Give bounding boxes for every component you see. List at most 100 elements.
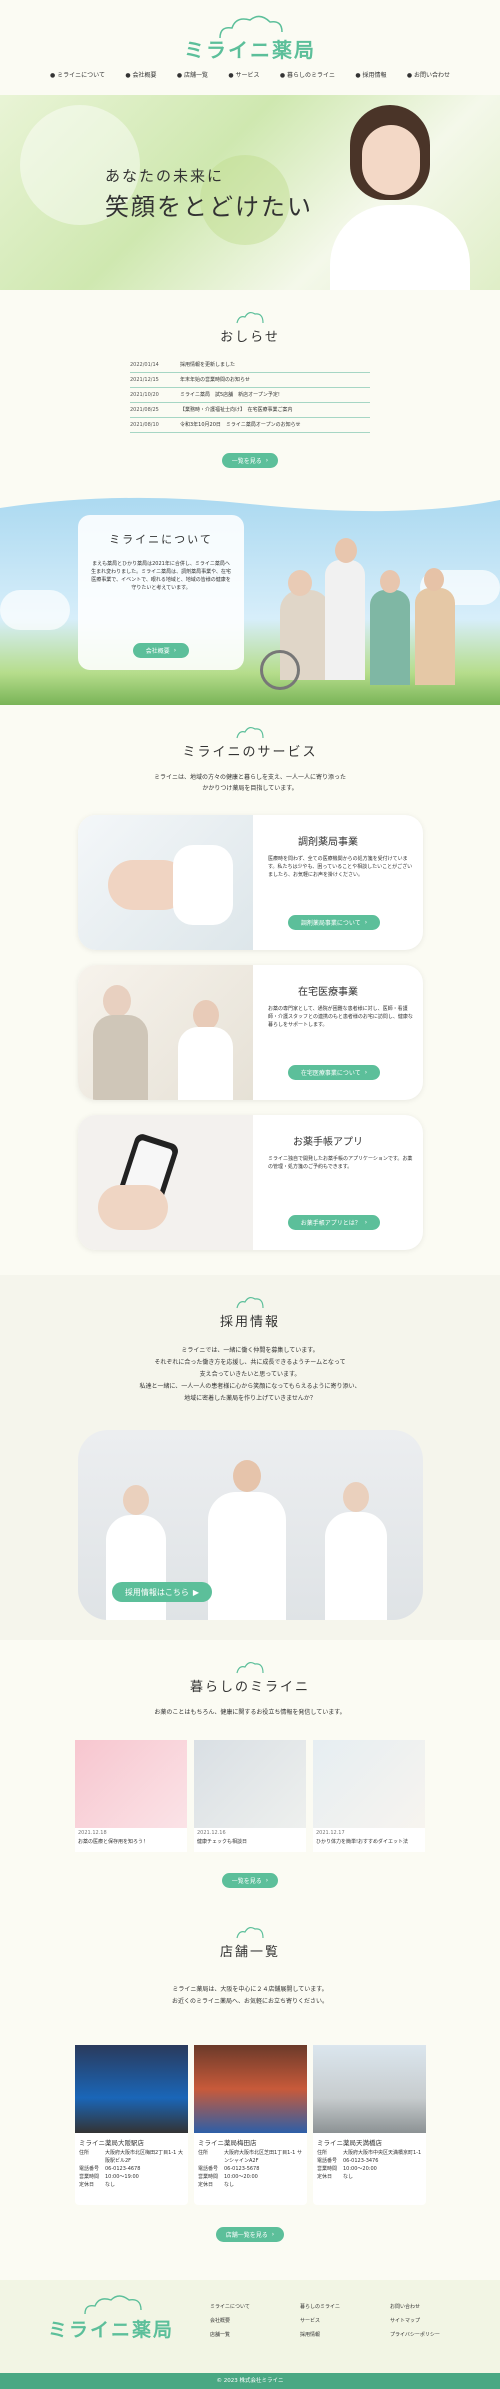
footer-link[interactable]: 採用情報	[300, 2328, 340, 2342]
store-photo	[75, 2045, 188, 2133]
footer-col-3: お問い合わせ サイトマップ プライバシーポリシー	[390, 2300, 440, 2342]
store-card[interactable]: ミライニ薬局大阪駅店 住所 大阪府大阪市北区梅田2丁目1-1 大阪駅ビル2F 電話…	[75, 2045, 188, 2205]
footer-logo[interactable]: ミライニ薬局	[48, 2315, 174, 2342]
stores-section: 店舗一覧 ミライニ薬局は、大阪を中心に２４店舗展開しています。 お近くのミライニ…	[0, 1905, 500, 2280]
stores-lead1: ミライニ薬局は、大阪を中心に２４店舗展開しています。	[172, 1986, 328, 1993]
life-lead: お薬のことはもちろん、健康に関するお役立ち情報を発信しています。	[154, 1709, 346, 1716]
life-post[interactable]: 2021.12.18 お薬の医療と保存用を知ろう！	[75, 1740, 187, 1852]
store-card[interactable]: ミライニ薬局天満橋店 住所 大阪府大阪市中央区天満橋京町1-1 電話番号 06-01…	[313, 2045, 426, 2205]
footer-link[interactable]: サイトマップ	[390, 2314, 440, 2328]
recruit-text: ミライニでは、一緒に働く仲間を募集しています。 それぞれに合った働き方を応援し、…	[139, 1347, 361, 1402]
news-more-button[interactable]: 一覧を見る ›	[222, 453, 278, 468]
about-card: ミライニについて まえも薬局とひかり薬局は2021年に合併し、ミライニ薬局へ生ま…	[78, 515, 244, 670]
post-image	[194, 1740, 306, 1828]
footer-link[interactable]: お問い合わせ	[390, 2300, 440, 2314]
life-title: 暮らしのミライニ	[189, 1680, 310, 1695]
news-row[interactable]: 2021/12/15 年末年始の営業時間のお知らせ	[130, 373, 370, 388]
services-lead2: かかりつけ薬局を目指しています。	[202, 785, 298, 792]
footer-link[interactable]: プライバシーポリシー	[390, 2328, 440, 2342]
section-cloud-icon	[236, 1661, 264, 1674]
nav-item-company[interactable]: ● 会社概要	[125, 70, 156, 79]
news-row[interactable]: 2021/08/25 【業務時・介護福祉士向け】 在宅医療事業ご案内	[130, 403, 370, 418]
nav-item-life[interactable]: ● 暮らしのミライニ	[280, 70, 335, 79]
nav-item-recruit[interactable]: ● 採用情報	[355, 70, 386, 79]
play-icon: ▶	[192, 1587, 200, 1597]
footer-link[interactable]: 暮らしのミライニ	[300, 2300, 340, 2314]
footer-link[interactable]: 店舗一覧	[210, 2328, 250, 2342]
recruit-section: 採用情報 ミライニでは、一緒に働く仲間を募集しています。 それぞれに合った働き方…	[0, 1275, 500, 1640]
life-section: 暮らしのミライニ お薬のことはもちろん、健康に関するお役立ち情報を発信しています…	[0, 1640, 500, 1905]
nav-item-stores[interactable]: ● 店舗一覧	[177, 70, 208, 79]
store-card[interactable]: ミライニ薬局梅田店 住所 大阪府大阪市北区芝田1丁目1-1 サンシャインA2F 電…	[194, 2045, 307, 2205]
services-title: ミライニのサービス	[182, 745, 318, 760]
hero-woman-photo	[310, 95, 500, 290]
about-company-button[interactable]: 会社概要 ›	[133, 643, 189, 658]
logo-cloud-icon	[84, 2295, 142, 2315]
section-cloud-icon	[236, 1926, 264, 1939]
section-cloud-icon	[236, 1296, 264, 1309]
life-more-button[interactable]: 一覧を見る ›	[222, 1873, 278, 1888]
recruit-title: 採用情報	[219, 1315, 280, 1330]
news-row[interactable]: 2022/01/14 採用情報を更新しました	[130, 358, 370, 373]
nav-item-contact[interactable]: ● お問い合わせ	[407, 70, 450, 79]
arrow-right-icon: ›	[364, 1219, 368, 1226]
store-photo	[194, 2045, 307, 2133]
dispensing-detail-button[interactable]: 調剤薬局事業について ›	[288, 915, 380, 930]
homecare-photo	[78, 965, 253, 1100]
service-title: お薬手帳アプリ	[293, 1137, 363, 1148]
services-section: ミライニのサービス ミライニは、地域の方々の健康と暮らしを支え、一人一人に寄り添…	[0, 705, 500, 1275]
arrow-right-icon: ›	[364, 919, 368, 926]
cloud-deco	[0, 590, 70, 630]
header: ミライニ薬局 ● ミライニについて ● 会社概要 ● 店舗一覧 ● サービス ●…	[0, 0, 500, 95]
family-photo	[240, 520, 460, 690]
news-row[interactable]: 2021/08/10 令和3年10月20日 ミライニ薬局オープンのお知らせ	[130, 418, 370, 433]
arrow-right-icon: ›	[265, 457, 269, 464]
service-card-app: お薬手帳アプリ ミライニ独自で開発したお薬手帳のアプリケーションです。お薬の管理…	[78, 1115, 423, 1250]
services-lead1: ミライニは、地域の方々の健康と暮らしを支え、一人一人に寄り添った	[153, 774, 346, 781]
arrow-right-icon: ›	[271, 2231, 275, 2238]
arrow-right-icon: ›	[265, 1877, 269, 1884]
hero-line1: あなたの未来に	[105, 167, 225, 185]
service-body: ミライニ独自で開発したお薬手帳のアプリケーションです。お薬の管理・処方箋のご予約…	[268, 1156, 413, 1170]
news-title: おしらせ	[220, 330, 280, 345]
post-image	[313, 1740, 425, 1828]
life-post[interactable]: 2021.12.17 ひかり体力を簡単!おすすめダイエット法	[313, 1740, 425, 1852]
hero: あなたの未来に 笑顔をとどけたい	[0, 95, 500, 290]
footer-link[interactable]: サービス	[300, 2314, 340, 2328]
service-body: お薬の専門家として、通院が困難な患者様に対し、医師・看護師・介護スタッフとの連携…	[268, 1006, 413, 1028]
about-title: ミライニについて	[109, 533, 213, 546]
homecare-detail-button[interactable]: 在宅医療事業について ›	[288, 1065, 380, 1080]
footer-link[interactable]: ミライニについて	[210, 2300, 250, 2314]
service-title: 調剤薬局事業	[298, 837, 358, 848]
copyright-bar: © 2023 株式会社ミライニ	[0, 2373, 500, 2389]
nav-item-service[interactable]: ● サービス	[228, 70, 259, 79]
dispensing-photo	[78, 815, 253, 950]
arrow-right-icon: ›	[364, 1069, 368, 1076]
footer: ミライニ薬局 ミライニについて 会社概要 店舗一覧 暮らしのミライニ サービス …	[0, 2280, 500, 2389]
footer-link[interactable]: 会社概要	[210, 2314, 250, 2328]
stores-lead2: お近くのミライニ薬局へ、お気軽にお立ち寄りください。	[171, 1998, 328, 2005]
global-nav: ● ミライニについて ● 会社概要 ● 店舗一覧 ● サービス ● 暮らしのミラ…	[50, 70, 450, 79]
news-section: おしらせ 2022/01/14 採用情報を更新しました 2021/12/15 年末年…	[0, 290, 500, 490]
app-detail-button[interactable]: お薬手帳アプリとは？ ›	[288, 1215, 380, 1230]
arrow-right-icon: ›	[173, 647, 177, 654]
hero-line2: 笑顔をとどけたい	[105, 193, 313, 221]
nav-item-about[interactable]: ● ミライニについて	[50, 70, 105, 79]
copyright: © 2023 株式会社ミライニ	[216, 2378, 284, 2384]
news-row[interactable]: 2021/10/20 ミライニ薬局 試5店舗 新店オープン予定!	[130, 388, 370, 403]
section-cloud-icon	[236, 311, 264, 324]
recruit-button[interactable]: 採用情報はこちら ▶	[112, 1582, 212, 1602]
service-card-homecare: 在宅医療事業 お薬の専門家として、通院が困難な患者様に対し、医師・看護師・介護ス…	[78, 965, 423, 1100]
stores-more-button[interactable]: 店舗一覧を見る ›	[216, 2227, 284, 2242]
service-card-dispensing: 調剤薬局事業 医療時を問わず、全ての医療機関からの処方箋を受付けています。私たち…	[78, 815, 423, 950]
section-cloud-icon	[236, 726, 264, 739]
wave-top	[0, 490, 500, 512]
service-body: 医療時を問わず、全ての医療機関からの処方箋を受付けています。私たちは少やも、困っ…	[268, 856, 413, 878]
logo[interactable]: ミライニ薬局	[150, 34, 350, 63]
life-post[interactable]: 2021.12.16 健康チェックも相談日	[194, 1740, 306, 1852]
store-photo	[313, 2045, 426, 2133]
about-section: ミライニについて まえも薬局とひかり薬局は2021年に合併し、ミライニ薬局へ生ま…	[0, 490, 500, 705]
footer-col-1: ミライニについて 会社概要 店舗一覧	[210, 2300, 250, 2342]
news-list: 2022/01/14 採用情報を更新しました 2021/12/15 年末年始の営業時…	[130, 358, 370, 433]
footer-col-2: 暮らしのミライニ サービス 採用情報	[300, 2300, 340, 2342]
